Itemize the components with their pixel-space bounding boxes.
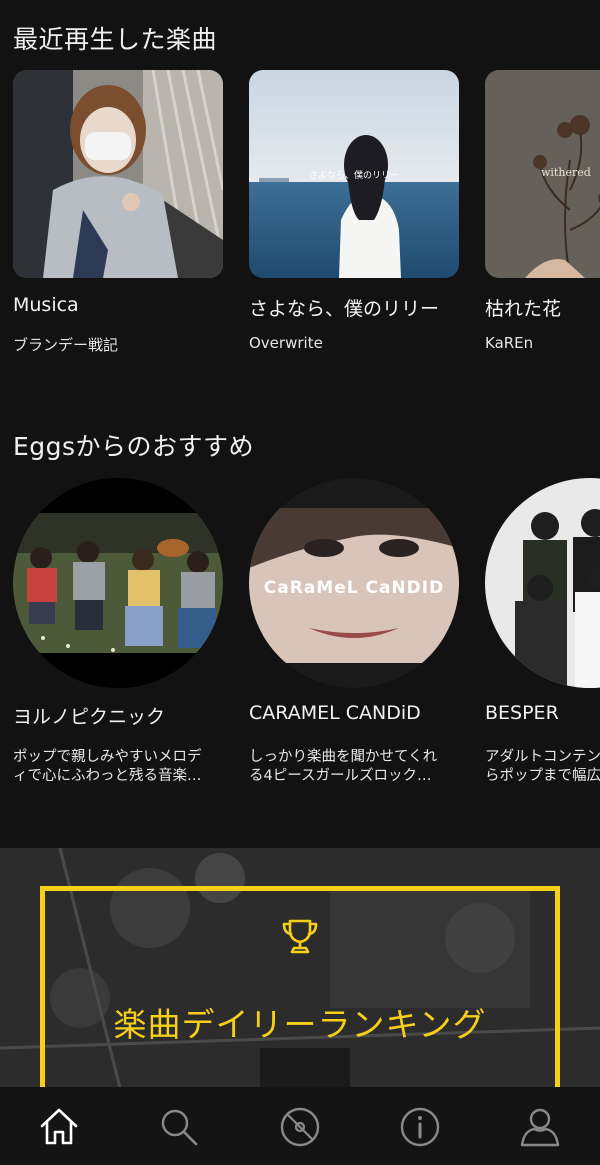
artist-description: アダルトコンテンポラリーか らポップまで幅広く… — [485, 749, 600, 784]
recent-track-card[interactable]: Musica ブランデー戦記 — [13, 70, 223, 354]
artist-name: BESPER — [485, 702, 559, 724]
user-icon — [520, 1108, 560, 1147]
recent-track-title: さよなら、僕のリリー — [249, 298, 440, 320]
tab-library[interactable] — [278, 1105, 322, 1149]
recommended-artist-card[interactable]: BESPER アダルトコンテンポラリーか らポップまで幅広く… — [485, 478, 600, 784]
artist-photo-besper[interactable] — [485, 478, 600, 688]
artist-photo-yorunopicnic[interactable] — [13, 478, 223, 688]
recent-track-card[interactable]: さよなら、僕のリリー さよなら、僕のリリー Overwrite — [249, 70, 459, 352]
tab-account[interactable] — [518, 1105, 562, 1149]
recent-tracks-row[interactable]: Musica ブランデー戦記 さよなら、僕のリリー さよなら、僕のリリー Ove… — [0, 70, 600, 370]
artist-logo-text: CaRaMeL CaNDID — [264, 578, 444, 598]
artist-description: ポップで親しみやすいメロデ ィで心にふわっと残る音楽… — [13, 749, 202, 784]
search-icon — [161, 1109, 198, 1146]
recent-track-artist: ブランデー戦記 — [13, 336, 119, 354]
recent-track-artist: Overwrite — [249, 334, 323, 352]
album-art-lily[interactable]: さよなら、僕のリリー — [249, 70, 459, 278]
daily-ranking-banner[interactable]: 楽曲デイリーランキング — [0, 848, 600, 1088]
album-art-text: withered — [541, 166, 591, 179]
banner-title: 楽曲デイリーランキング — [113, 1005, 487, 1044]
tab-search[interactable] — [157, 1105, 201, 1149]
home-icon — [40, 1108, 78, 1145]
recent-track-title: 枯れた花 — [485, 298, 562, 320]
disc-icon — [280, 1107, 320, 1147]
recommended-artist-card[interactable]: ヨルノピクニック ポップで親しみやすいメロデ ィで心にふわっと残る音楽… — [13, 478, 223, 784]
album-art-karen[interactable]: withered — [485, 70, 600, 278]
artist-name: CARAMEL CANDiD — [249, 702, 421, 724]
recommended-artist-card[interactable]: CaRaMeL CaNDID CARAMEL CANDiD しっかり楽曲を聞かせ… — [249, 478, 459, 784]
album-art-musica[interactable] — [13, 70, 223, 278]
artist-description: しっかり楽曲を聞かせてくれ る4ピースガールズロック… — [249, 749, 438, 784]
tab-info[interactable] — [398, 1105, 442, 1149]
bottom-tab-bar — [0, 1087, 600, 1165]
recommended-artists-row[interactable]: ヨルノピクニック ポップで親しみやすいメロデ ィで心にふわっと残る音楽… CaR… — [0, 478, 600, 808]
artist-photo-caramel-candid[interactable]: CaRaMeL CaNDID — [249, 478, 459, 688]
recommend-section-title: Eggsからのおすすめ — [13, 432, 255, 461]
artist-name: ヨルノピクニック — [13, 706, 166, 728]
album-art-text: さよなら、僕のリリー — [309, 169, 399, 181]
trophy-icon — [282, 919, 318, 954]
recent-track-card[interactable]: withered 枯れた花 KaREn — [485, 70, 600, 352]
recent-track-artist: KaREn — [485, 334, 534, 352]
info-icon — [400, 1107, 440, 1147]
recent-track-title: Musica — [13, 294, 79, 316]
recent-section-title: 最近再生した楽曲 — [13, 25, 218, 54]
tab-home[interactable] — [37, 1105, 81, 1149]
